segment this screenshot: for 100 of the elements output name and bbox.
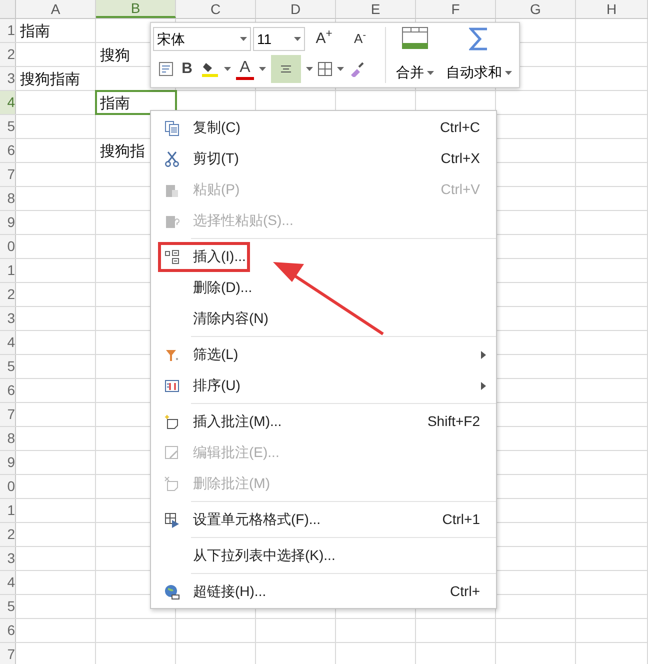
sort-icon <box>164 378 180 394</box>
column-header[interactable]: D <box>256 0 336 18</box>
wrap-text-icon[interactable] <box>159 62 173 76</box>
row-header[interactable]: 3 <box>0 67 16 90</box>
row-header[interactable]: 6 <box>0 139 16 162</box>
row-header[interactable]: 7 <box>0 643 16 664</box>
menu-item-label: 筛选(L) <box>193 345 238 364</box>
fill-color-icon[interactable] <box>201 61 219 77</box>
merge-cells-icon[interactable] <box>402 27 428 49</box>
caret-icon <box>259 67 266 71</box>
menu-item-label: 复制(C) <box>193 118 240 137</box>
column-header[interactable]: B <box>96 0 176 18</box>
row-header[interactable]: 7 <box>0 163 16 186</box>
row-header[interactable]: 5 <box>0 595 16 618</box>
grow-font-button[interactable]: A$^{+}$ <box>307 27 341 51</box>
submenu-arrow-icon <box>481 350 486 358</box>
autosum-label[interactable]: 自动求和 <box>446 62 502 83</box>
row-header[interactable]: 8 <box>0 187 16 210</box>
caret-icon <box>337 67 344 71</box>
row-header[interactable]: 1 <box>0 499 16 522</box>
shortcut-label: Ctrl+1 <box>442 510 480 529</box>
align-center-icon <box>280 64 292 74</box>
menu-item-label: 删除批注(M) <box>193 474 270 493</box>
menu-item[interactable]: 筛选(L) <box>151 339 496 370</box>
menu-item[interactable]: 从下拉列表中选择(K)... <box>151 540 496 571</box>
menu-item[interactable]: 超链接(H)... Ctrl+ <box>151 576 496 607</box>
row-header[interactable]: 0 <box>0 475 16 498</box>
menu-item[interactable]: 删除(D)... <box>151 272 496 303</box>
row-header[interactable]: 5 <box>0 355 16 378</box>
edit-comment-icon <box>164 444 180 460</box>
menu-item-label: 剪切(T) <box>193 149 239 168</box>
cell-text: 指南 <box>100 94 130 114</box>
cell-text: 搜狗 <box>100 46 130 66</box>
column-header[interactable]: G <box>496 0 576 18</box>
insert-icon <box>164 248 180 264</box>
caret-icon <box>306 67 313 71</box>
menu-item[interactable]: 插入批注(M)... Shift+F2 <box>151 406 496 437</box>
menu-item-label: 清除内容(N) <box>193 309 268 328</box>
row-header[interactable]: 2 <box>0 283 16 306</box>
row-header[interactable]: 1 <box>0 259 16 282</box>
menu-item-label: 超链接(H)... <box>193 582 266 601</box>
merge-label[interactable]: 合并 <box>396 62 424 83</box>
menu-item[interactable]: 剪切(T) Ctrl+X <box>151 143 496 174</box>
row-header[interactable]: 4 <box>0 91 16 114</box>
menu-item-label: 编辑批注(E)... <box>193 443 280 462</box>
scissors-icon <box>164 150 180 166</box>
cell-text: 指南 <box>20 22 50 42</box>
menu-item-label: 排序(U) <box>193 376 240 395</box>
row-header[interactable]: 0 <box>0 235 16 258</box>
shortcut-label: Shift+F2 <box>427 412 480 431</box>
caret-icon <box>240 37 247 41</box>
menu-item[interactable]: 清除内容(N) <box>151 303 496 334</box>
delete-comment-icon <box>164 476 180 492</box>
row-header[interactable]: 2 <box>0 523 16 546</box>
format-painter-icon[interactable] <box>349 61 365 77</box>
borders-icon[interactable] <box>318 62 332 76</box>
bold-button[interactable]: B <box>178 58 196 80</box>
row-header[interactable]: 9 <box>0 451 16 474</box>
row-header[interactable]: 2 <box>0 43 16 66</box>
row-header[interactable]: 4 <box>0 331 16 354</box>
format-cells-icon <box>164 512 180 528</box>
sum-icon[interactable] <box>469 27 489 51</box>
column-header[interactable]: C <box>176 0 256 18</box>
row-header[interactable]: 7 <box>0 403 16 426</box>
font-color-button[interactable]: A <box>236 58 254 80</box>
copy-icon <box>164 120 180 136</box>
submenu-arrow-icon <box>481 382 486 390</box>
menu-item-label: 删除(D)... <box>193 278 252 297</box>
row-header[interactable]: 6 <box>0 379 16 402</box>
menu-item-label: 设置单元格格式(F)... <box>193 510 321 529</box>
caret-icon <box>505 70 512 74</box>
menu-item-label: 插入批注(M)... <box>193 412 282 431</box>
row-header[interactable]: 5 <box>0 115 16 138</box>
comment-icon <box>164 414 180 430</box>
shortcut-label: Ctrl+ <box>450 582 480 601</box>
font-size-dropdown[interactable]: 11 <box>253 27 305 51</box>
row-header[interactable]: 4 <box>0 571 16 594</box>
row-header[interactable]: 8 <box>0 427 16 450</box>
menu-item[interactable]: 复制(C) Ctrl+C <box>151 112 496 143</box>
shrink-font-button[interactable]: A$^{-}$ <box>343 27 377 51</box>
font-dropdown[interactable]: 宋体 <box>153 27 251 51</box>
menu-item[interactable]: 排序(U) <box>151 370 496 401</box>
shortcut-label: Ctrl+C <box>440 118 480 137</box>
shortcut-label: Ctrl+X <box>440 149 480 168</box>
menu-item[interactable]: 插入(I)... <box>151 241 496 272</box>
align-center-button[interactable] <box>271 55 301 83</box>
cell-text: 搜狗指南 <box>20 70 80 90</box>
menu-item-label: 从下拉列表中选择(K)... <box>193 546 336 565</box>
row-header[interactable]: 3 <box>0 547 16 570</box>
caret-icon <box>427 70 434 74</box>
row-header[interactable]: 1 <box>0 19 16 42</box>
row-header[interactable]: 3 <box>0 307 16 330</box>
menu-item-label: 插入(I)... <box>193 247 246 266</box>
column-header[interactable]: E <box>336 0 416 18</box>
row-header[interactable]: 9 <box>0 211 16 234</box>
globe-link-icon <box>164 584 180 600</box>
row-header[interactable]: 6 <box>0 619 16 642</box>
column-header[interactable]: F <box>416 0 496 18</box>
column-header[interactable]: H <box>576 0 648 18</box>
menu-item[interactable]: 设置单元格格式(F)... Ctrl+1 <box>151 504 496 535</box>
